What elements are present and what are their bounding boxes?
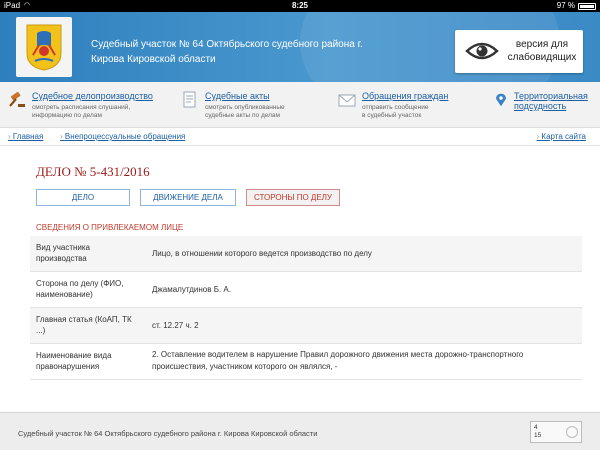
tab-case-movement[interactable]: ДВИЖЕНИЕ ДЕЛА bbox=[140, 189, 236, 206]
row-label: Главная статья (КоАП, ТК ...) bbox=[36, 315, 132, 335]
page-title: ДЕЛО № 5-431/2016 bbox=[36, 164, 150, 179]
main-content: ДЕЛО № 5-431/2016 ДЕЛО ДВИЖЕНИЕ ДЕЛА СТО… bbox=[0, 146, 600, 412]
nav-title: Судебное делопроизводство bbox=[32, 91, 153, 101]
counter-value: 15 bbox=[534, 432, 542, 439]
nav-title: Судебные акты bbox=[205, 91, 270, 101]
site-footer: Судебный участок № 64 Октябрьского судеб… bbox=[0, 412, 600, 450]
section-title: СВЕДЕНИЯ О ПРИВЛЕКАЕМОМ ЛИЦЕ bbox=[36, 223, 184, 232]
nav-subtitle: смотреть опубликованные судебные акты по … bbox=[205, 104, 285, 119]
party-info-table: Вид участника производства Лицо, в отнош… bbox=[30, 236, 582, 380]
low-vision-version-button[interactable]: версия для слабовидящих bbox=[455, 30, 583, 73]
row-value: ст. 12.27 ч. 2 bbox=[152, 321, 199, 330]
row-value: 2. Оставление водителем в нарушение Прав… bbox=[152, 350, 524, 371]
clock: 8:25 bbox=[291, 1, 308, 10]
row-label: Наименование вида правонарушения bbox=[36, 351, 112, 371]
breadcrumb-home[interactable]: › Главная bbox=[8, 128, 43, 146]
nav-subtitle: смотреть расписания слушаний, информацию … bbox=[32, 104, 131, 119]
court-name: Судебный участок № 64 Октябрьского судеб… bbox=[91, 39, 363, 65]
coat-of-arms-logo[interactable] bbox=[16, 17, 72, 77]
nav-subtitle: отправить сообщение в судебный участок bbox=[362, 104, 429, 119]
document-icon bbox=[183, 91, 196, 108]
battery-percent: 97 % bbox=[556, 1, 575, 10]
counter-badge-icon bbox=[566, 426, 578, 438]
sitemap-link[interactable]: › Карта сайта bbox=[537, 128, 586, 146]
footer-court-name: Судебный участок № 64 Октябрьского судеб… bbox=[18, 429, 318, 438]
ios-status-bar: iPad ◠ 8:25 97 % bbox=[0, 0, 600, 12]
table-row: Сторона по делу (ФИО, наименование) Джам… bbox=[30, 272, 582, 308]
table-row: Главная статья (КоАП, ТК ...) ст. 12.27 … bbox=[30, 308, 582, 344]
tab-case[interactable]: ДЕЛО bbox=[36, 189, 130, 206]
eye-icon bbox=[465, 42, 499, 60]
row-value: Джамалутдинов Б. А. bbox=[152, 285, 231, 294]
low-vision-label: версия для слабовидящих bbox=[507, 39, 577, 63]
counter-value: 4 bbox=[534, 424, 538, 431]
table-row: Наименование вида правонарушения 2. Оста… bbox=[30, 344, 582, 380]
breadcrumb-current[interactable]: › Внепроцессуальные обращения bbox=[60, 128, 185, 146]
battery-group: 97 % bbox=[557, 0, 596, 12]
nav-title: Обращения граждан bbox=[362, 91, 449, 101]
visitor-counter[interactable]: 4 15 bbox=[530, 421, 582, 443]
row-label: Вид участника производства bbox=[36, 243, 90, 263]
tab-case-parties[interactable]: СТОРОНЫ ПО ДЕЛУ bbox=[246, 189, 340, 206]
row-value: Лицо, в отношении которого ведется произ… bbox=[152, 249, 372, 258]
site-header: Судебный участок № 64 Октябрьского судеб… bbox=[0, 12, 600, 82]
table-row: Вид участника производства Лицо, в отнош… bbox=[30, 236, 582, 272]
battery-icon bbox=[578, 2, 596, 10]
envelope-icon bbox=[338, 94, 356, 107]
coat-of-arms-icon bbox=[26, 24, 62, 71]
main-nav: Судебное делопроизводство смотреть распи… bbox=[0, 82, 600, 128]
map-pin-icon bbox=[496, 93, 506, 107]
gavel-icon bbox=[9, 91, 25, 107]
row-label: Сторона по делу (ФИО, наименование) bbox=[36, 279, 124, 299]
nav-title: Территориальная подсудность bbox=[514, 91, 588, 111]
breadcrumb: › Главная › Внепроцессуальные обращения … bbox=[0, 128, 600, 146]
